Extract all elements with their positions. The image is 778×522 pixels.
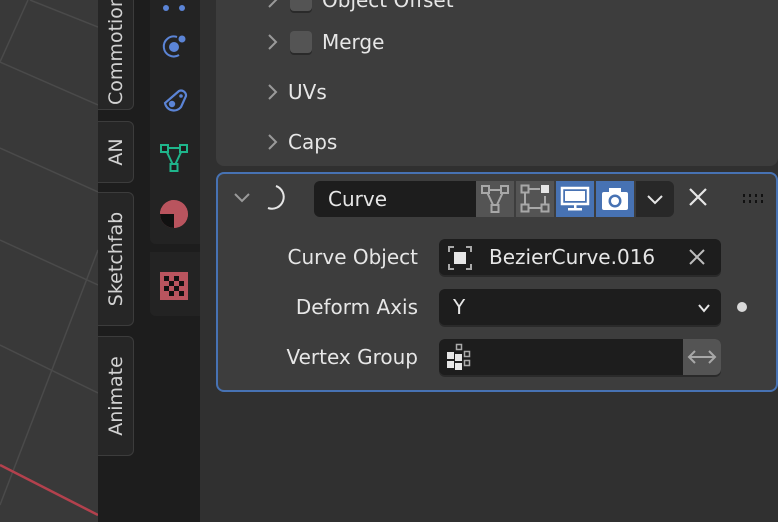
grid-line	[0, 147, 98, 193]
properties-tabs	[144, 0, 200, 522]
vertex-group-field[interactable]	[439, 339, 721, 375]
3d-viewport[interactable]	[0, 0, 98, 522]
deform-axis-dropdown[interactable]: Y	[439, 289, 721, 325]
tab-material[interactable]	[156, 196, 192, 232]
swap-arrows-icon	[687, 350, 717, 364]
invert-vertex-group-toggle[interactable]	[683, 339, 721, 375]
subpanel-label: Merge	[322, 30, 385, 54]
deform-axis-label: Deform Axis	[295, 295, 418, 319]
object-constraint-icon	[163, 89, 188, 112]
edit-mode-icon	[481, 185, 509, 213]
modifier-header[interactable]: Curve	[218, 174, 776, 220]
subpanel-merge[interactable]: Merge	[216, 27, 384, 57]
tab-particles[interactable]	[156, 0, 192, 20]
x-axis-line	[0, 463, 98, 517]
modifier-menu-dropdown[interactable]	[636, 181, 674, 217]
grip-icon	[743, 194, 763, 203]
clear-curve-object-button[interactable]	[687, 247, 707, 271]
vertex-group-row: Vertex Group	[218, 339, 776, 375]
grid-line	[0, 249, 98, 506]
tab-label: AN	[104, 138, 127, 166]
remove-modifier-button[interactable]	[686, 185, 710, 209]
curve-object-field[interactable]: BezierCurve.016	[439, 239, 721, 275]
grid-line	[0, 344, 98, 394]
vertex-group-icon	[447, 343, 471, 370]
grid-line	[0, 61, 98, 106]
edit-mode-toggle[interactable]	[516, 181, 554, 217]
chevron-down-icon[interactable]	[230, 185, 254, 209]
properties-editor: Object Offset Merge UVs Caps Curve Curve…	[200, 0, 778, 522]
render-toggle[interactable]	[596, 181, 634, 217]
deform-axis-row: Deform Axis Y	[218, 289, 776, 325]
subpanel-caps[interactable]: Caps	[216, 127, 337, 157]
sidebar-tab-animate[interactable]: Animate	[98, 336, 134, 456]
curve-modifier-icon	[258, 182, 292, 212]
close-icon	[689, 249, 705, 265]
vertex-edit-icon	[520, 184, 550, 213]
tab-label: Commotion	[104, 0, 127, 105]
tab-physics[interactable]	[156, 28, 192, 64]
realtime-display-toggle[interactable]	[556, 181, 594, 217]
texture-icon	[160, 272, 188, 300]
array-modifier-panel: Object Offset Merge UVs Caps	[216, 0, 778, 166]
camera-icon	[602, 188, 628, 210]
chevron-right-icon	[260, 80, 284, 104]
sidebar-tab-an[interactable]: AN	[98, 121, 134, 183]
sidebar-tab-sketchfab[interactable]: Sketchfab	[98, 192, 134, 326]
grid-line	[29, 0, 98, 28]
merge-checkbox[interactable]	[290, 31, 312, 53]
particles-icon	[163, 5, 185, 11]
grid-line	[0, 0, 29, 63]
physics-icon	[162, 35, 186, 58]
sidebar-tab-commotion[interactable]: Commotion	[98, 0, 134, 110]
chevron-right-icon	[260, 0, 284, 12]
chevron-down-icon	[647, 195, 663, 205]
tab-mesh-data[interactable]	[156, 140, 192, 176]
vertex-group-label: Vertex Group	[286, 345, 418, 369]
object-offset-checkbox[interactable]	[290, 0, 312, 11]
mesh-data-icon	[160, 144, 188, 172]
modifier-name-input[interactable]: Curve	[314, 181, 476, 217]
subpanel-label: Object Offset	[322, 0, 454, 12]
tab-label: Animate	[104, 356, 127, 436]
keyframe-decorator-dot[interactable]	[737, 302, 747, 312]
chevron-right-icon	[260, 30, 284, 54]
chevron-right-icon	[260, 130, 284, 154]
subpanel-object-offset[interactable]: Object Offset	[216, 0, 454, 15]
close-icon	[689, 188, 707, 206]
subpanel-label: UVs	[288, 80, 327, 104]
grid-line	[0, 239, 98, 286]
curve-modifier-panel: Curve Curve Object BezierCurve.016 Defor…	[216, 172, 778, 392]
monitor-icon	[560, 186, 590, 211]
edit-mode-cage-toggle[interactable]	[476, 181, 514, 217]
tab-label: Sketchfab	[104, 211, 127, 307]
viewport-grid	[0, 0, 98, 517]
subpanel-uvs[interactable]: UVs	[216, 77, 327, 107]
deform-axis-value: Y	[453, 295, 466, 319]
subpanel-label: Caps	[288, 130, 338, 154]
tab-object-constraints[interactable]	[156, 84, 192, 120]
object-icon	[448, 246, 472, 270]
drag-handle[interactable]	[742, 190, 764, 203]
tab-texture[interactable]	[156, 268, 192, 304]
sidebar-tab-strip: Commotion AN Sketchfab Animate	[98, 0, 144, 522]
material-icon	[160, 200, 188, 228]
curve-object-row: Curve Object BezierCurve.016	[218, 239, 776, 275]
chevron-down-icon	[698, 304, 710, 313]
curve-object-value: BezierCurve.016	[489, 245, 656, 269]
curve-object-label: Curve Object	[287, 245, 419, 269]
